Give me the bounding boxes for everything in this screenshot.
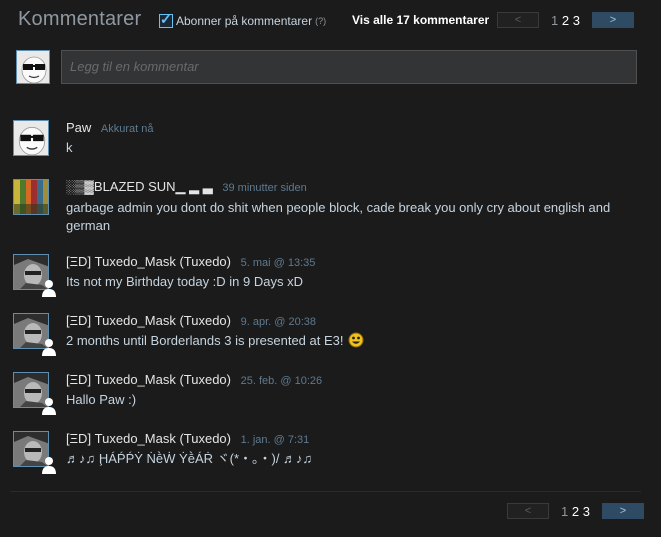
subscribe-checkbox[interactable] [159, 11, 173, 28]
comment-time: 1. jan. @ 7:31 [240, 434, 310, 446]
comment-text: Its not my Birthday today :D in 9 Days x… [66, 274, 303, 289]
pager-top: < 1 2 3 > [497, 12, 634, 28]
comment-author[interactable]: ░▒▓BLAZED SUN▁ ▂ ▃ [66, 179, 213, 194]
sunglasses-face-icon [17, 51, 49, 83]
new-comment-box: Legg til en kommentar [16, 48, 637, 88]
view-all-link[interactable]: Vis alle 17 kommentarer [352, 13, 489, 27]
page-link-3[interactable]: 3 [573, 13, 580, 28]
comment-text: k [66, 140, 73, 155]
page-link-1[interactable]: 1 [561, 504, 568, 519]
comment-time: 25. feb. @ 10:26 [240, 375, 323, 387]
page-link-2[interactable]: 2 [572, 504, 579, 519]
page-numbers: 1 2 3 [561, 504, 590, 519]
colorful-avatar-icon [14, 180, 48, 214]
help-link[interactable]: (?) [315, 16, 326, 26]
comment-time: 5. mai @ 13:35 [240, 257, 316, 269]
comment-author[interactable]: [ΞD] Tuxedo_Mask (Tuxedo) [66, 313, 231, 328]
next-page-button[interactable]: > [591, 12, 634, 28]
page-link-2[interactable]: 2 [562, 13, 569, 28]
subscribe-toggle[interactable]: Abonner på kommentarer (?) [159, 11, 326, 28]
comment-time: 9. apr. @ 20:38 [240, 316, 317, 328]
comments-title: Kommentarer [18, 8, 142, 30]
comment-author[interactable]: Paw [66, 120, 91, 135]
user-badge-icon [42, 339, 56, 356]
happy-emoticon-icon [348, 332, 363, 348]
prev-page-button[interactable]: < [497, 12, 539, 28]
avatar[interactable] [13, 179, 49, 215]
next-page-button[interactable]: > [601, 503, 644, 519]
prev-page-button[interactable]: < [507, 503, 549, 519]
comment-time: Akkurat nå [100, 123, 154, 135]
pager-bottom: < 1 2 3 > [507, 503, 644, 519]
sunglasses-face-icon [14, 121, 48, 155]
comment-text: Hallo Paw :) [66, 392, 137, 407]
user-badge-icon [42, 280, 56, 297]
comment-author[interactable]: [ΞD] Tuxedo_Mask (Tuxedo) [66, 372, 231, 387]
comment-author[interactable]: [ΞD] Tuxedo_Mask (Tuxedo) [66, 431, 231, 446]
comment-text: garbage admin you dont do shit when peop… [66, 200, 611, 233]
comment-text-content: 2 months until Borderlands 3 is presente… [66, 333, 344, 348]
comment-author[interactable]: [ΞD] Tuxedo_Mask (Tuxedo) [66, 254, 231, 269]
comment-time: 39 minutter siden [222, 182, 307, 194]
comment-text: 2 months until Borderlands 3 is presente… [66, 332, 641, 350]
page-link-1[interactable]: 1 [551, 13, 558, 28]
divider [10, 491, 641, 492]
user-badge-icon [42, 398, 56, 415]
comment-text: ♬♪♫ ḨÁṔṔẎ ṄḕẆ ẎḕÁṘ ヾ(*・。・)/ ♬♪♫ [66, 451, 313, 466]
subscribe-label: Abonner på kommentarer [176, 14, 313, 28]
avatar[interactable] [13, 120, 49, 156]
comment-input[interactable]: Legg til en kommentar [61, 50, 637, 84]
avatar [16, 50, 50, 84]
user-badge-icon [42, 457, 56, 474]
page-numbers: 1 2 3 [551, 13, 580, 28]
page-link-3[interactable]: 3 [583, 504, 590, 519]
